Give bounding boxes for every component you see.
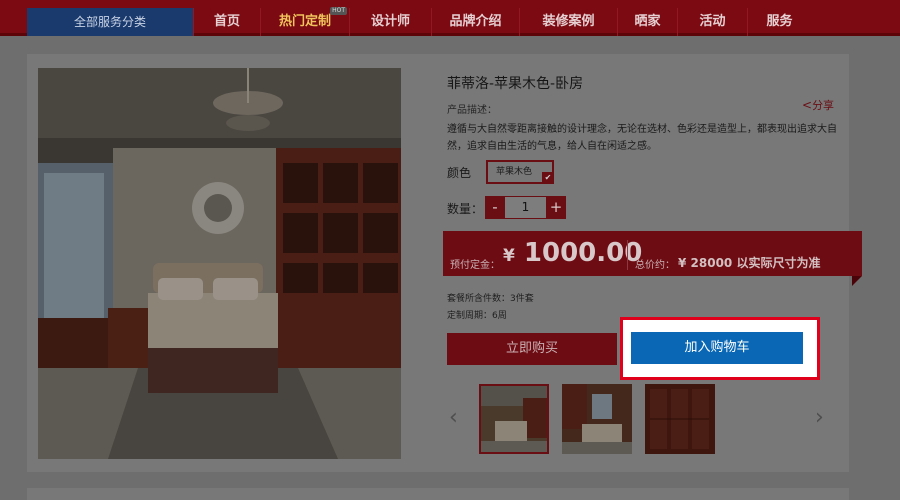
currency-symbol: ¥ (503, 246, 515, 266)
thumbnail-2[interactable] (562, 384, 632, 454)
share-button[interactable]: <分享 (802, 97, 834, 113)
custom-cycle: 定制周期：6周 (447, 311, 507, 321)
quantity-label: 数量： (447, 202, 484, 216)
total-label: 总价约： (635, 260, 675, 271)
chevron-left-icon[interactable]: ‹ (449, 404, 458, 432)
check-icon: ✔ (542, 172, 554, 184)
price-separator (627, 240, 628, 270)
quantity-increase-button[interactable]: + (546, 196, 566, 219)
price-bar-fold (852, 276, 862, 286)
nav-item-service[interactable]: 服务 (747, 8, 811, 36)
product-title: 菲蒂洛-苹果木色-卧房 (447, 76, 584, 92)
nav-item-hot-custom[interactable]: 热门定制 HOT (260, 7, 349, 36)
add-to-cart-button[interactable]: 加入购物车 (631, 332, 803, 364)
nav-item-brand[interactable]: 品牌介绍 (431, 8, 519, 36)
total-price: ¥ 28000 以实际尺寸为准 (678, 256, 821, 270)
nav-item-designers[interactable]: 设计师 (349, 8, 431, 36)
all-categories-button[interactable]: 全部服务分类 (27, 8, 193, 36)
color-option-label: 苹果木色 (495, 167, 532, 177)
buy-now-button[interactable]: 立即购买 (447, 333, 617, 365)
hot-badge: HOT (330, 7, 347, 15)
product-description: 遵循与大自然零距离接触的设计理念，无论在选材、色彩还是造型上，都表现出追求大自然… (447, 124, 837, 152)
nav-item-cases[interactable]: 装修案例 (519, 8, 617, 36)
package-pieces: 套餐所含件数：3件套 (447, 294, 534, 304)
nav-item-events[interactable]: 活动 (677, 8, 747, 36)
deposit-amount: 1000.00 (523, 238, 643, 268)
chevron-right-icon[interactable]: › (815, 404, 824, 432)
quantity-decrease-button[interactable]: - (485, 196, 505, 219)
top-nav-bar: 全部服务分类 首页 热门定制 HOT 设计师 品牌介绍 装修案例 晒家 活动 服… (0, 0, 900, 36)
share-icon: < (802, 98, 813, 112)
quantity-input[interactable]: 1 (505, 196, 546, 219)
deposit-label: 预付定金： (450, 260, 500, 271)
share-label: 分享 (812, 99, 835, 112)
thumbnail-3[interactable] (645, 384, 715, 454)
nav-item-label: 热门定制 (278, 14, 331, 29)
color-option-selected[interactable]: 苹果木色 ✔ (486, 160, 554, 184)
product-main-image (38, 68, 401, 459)
color-label: 颜色 (447, 166, 472, 180)
lower-panel (27, 488, 849, 500)
nav-item-home[interactable]: 首页 (193, 8, 260, 36)
deposit-price: ¥ 1000.00 (503, 238, 642, 268)
thumbnail-1[interactable] (479, 384, 549, 454)
nav-item-showhome[interactable]: 晒家 (617, 8, 677, 36)
description-label: 产品描述： (447, 105, 497, 116)
